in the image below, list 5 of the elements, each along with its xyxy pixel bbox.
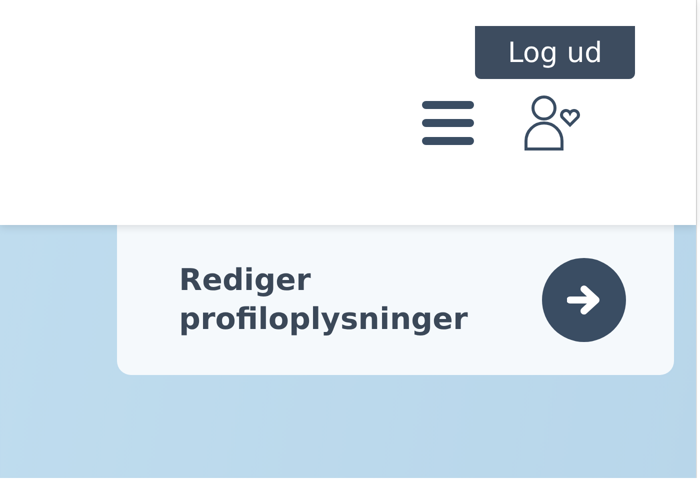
user-heart-icon[interactable] <box>524 95 582 151</box>
arrow-right-icon <box>567 285 601 315</box>
logout-button[interactable]: Log ud <box>475 26 635 79</box>
menu-icon[interactable] <box>422 101 474 145</box>
card-title: Rediger profiloplysninger <box>179 262 469 339</box>
